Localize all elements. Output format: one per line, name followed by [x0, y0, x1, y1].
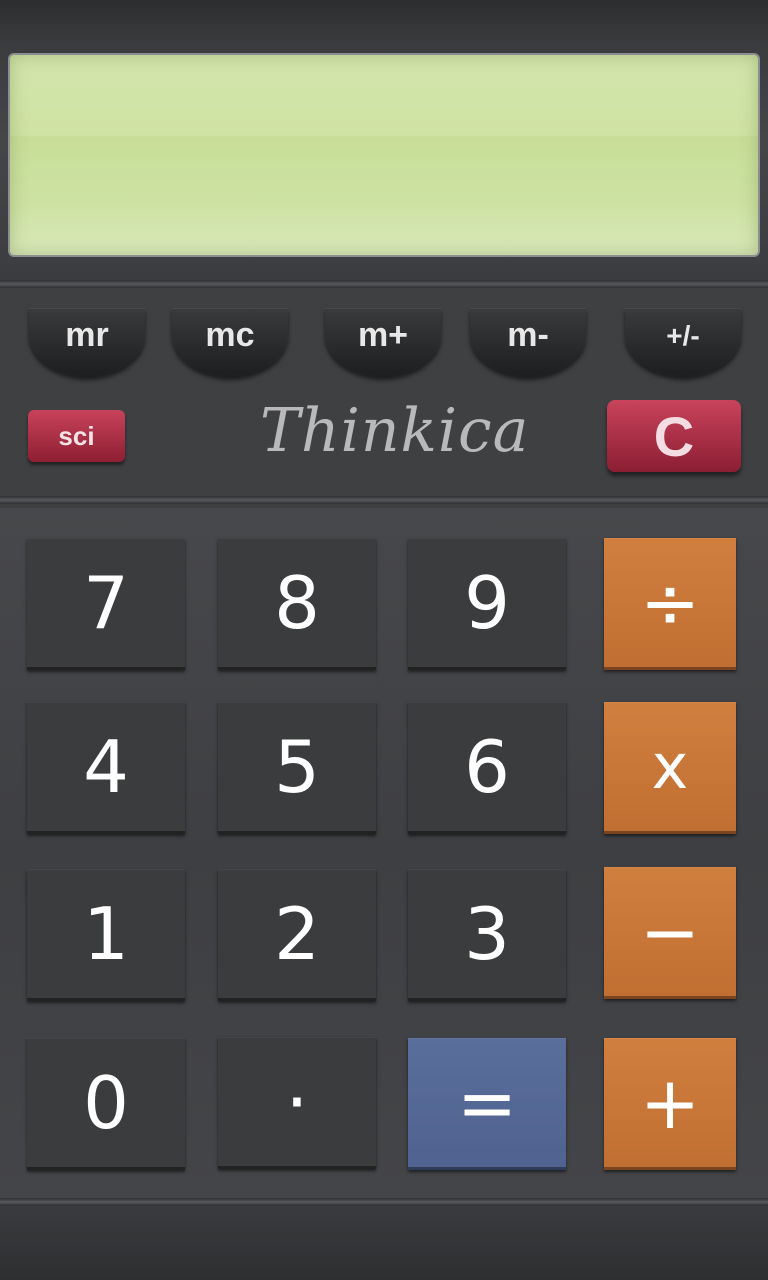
memory-row: mr mc m+ m- +/- sci Thinkica C — [0, 290, 768, 500]
sci-mode-button[interactable]: sci — [28, 410, 125, 462]
top-bezel — [0, 0, 768, 40]
brand-logo: Thinkica — [260, 396, 530, 466]
memory-subtract-button[interactable]: m- — [470, 308, 586, 376]
bottom-bezel — [0, 1206, 768, 1280]
decimal-button[interactable]: · — [218, 1037, 376, 1169]
memory-add-button[interactable]: m+ — [325, 308, 441, 376]
equals-button[interactable]: = — [408, 1038, 566, 1170]
keypad: 7 8 9 ÷ 4 5 6 x 1 2 3 − 0 · = + — [0, 508, 768, 1198]
divider-middle — [0, 496, 768, 504]
divider-bottom — [0, 1198, 768, 1206]
key-8[interactable]: 8 — [218, 538, 376, 670]
lcd-display — [8, 53, 760, 257]
multiply-button[interactable]: x — [604, 702, 736, 834]
divide-button[interactable]: ÷ — [604, 538, 736, 670]
key-1[interactable]: 1 — [27, 869, 185, 1001]
clear-button[interactable]: C — [607, 400, 741, 472]
key-3[interactable]: 3 — [408, 869, 566, 1001]
key-9[interactable]: 9 — [408, 538, 566, 670]
memory-clear-button[interactable]: mc — [172, 308, 288, 376]
key-6[interactable]: 6 — [408, 702, 566, 834]
key-2[interactable]: 2 — [218, 869, 376, 1001]
divider-top — [0, 280, 768, 288]
memory-recall-button[interactable]: mr — [29, 308, 145, 376]
subtract-button[interactable]: − — [604, 867, 736, 999]
sign-toggle-button[interactable]: +/- — [625, 308, 741, 376]
key-7[interactable]: 7 — [27, 538, 185, 670]
key-4[interactable]: 4 — [27, 702, 185, 834]
key-0[interactable]: 0 — [27, 1038, 185, 1170]
add-button[interactable]: + — [604, 1038, 736, 1170]
key-5[interactable]: 5 — [218, 702, 376, 834]
